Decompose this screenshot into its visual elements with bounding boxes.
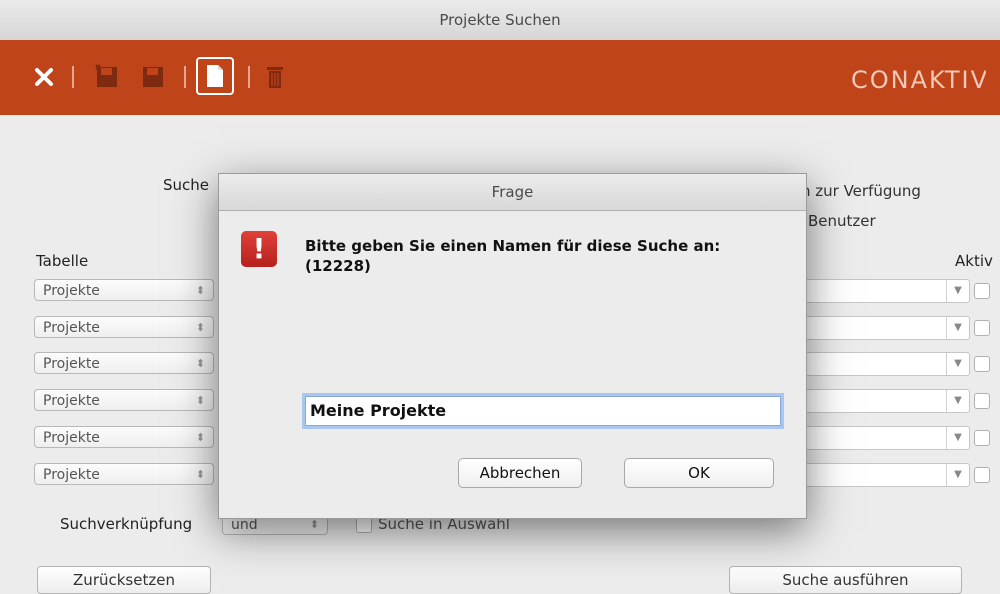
conaktiv-logo: CONAKTIV [851, 66, 987, 101]
trash-icon[interactable] [264, 62, 286, 92]
dialog-message-code: (12228) [305, 257, 371, 275]
active-checkbox[interactable] [974, 430, 990, 446]
table-select[interactable]: Projekte ⬍ [34, 389, 214, 411]
stepper-arrows-icon: ⬍ [195, 284, 205, 297]
table-select-value: Projekte [43, 283, 100, 299]
dialog-message-text: Bitte geben Sie einen Namen für diese Su… [305, 237, 721, 255]
toolbar-separator [248, 66, 250, 88]
ok-button[interactable]: OK [624, 458, 774, 488]
link-select-value: und [231, 517, 258, 533]
search-label: Suche [163, 176, 210, 194]
value-combobox[interactable]: ▼ [790, 279, 970, 303]
table-select[interactable]: Projekte ⬍ [34, 279, 214, 301]
value-combobox[interactable]: ▼ [790, 426, 970, 450]
cancel-button[interactable]: Abbrechen [458, 458, 582, 488]
dropdown-arrow-icon[interactable]: ▼ [946, 390, 969, 412]
active-checkbox[interactable] [974, 467, 990, 483]
dialog-message: Bitte geben Sie einen Namen für diese Su… [305, 236, 785, 276]
active-checkbox[interactable] [974, 320, 990, 336]
stepper-arrows-icon: ⬍ [195, 357, 205, 370]
active-checkbox[interactable] [974, 393, 990, 409]
availability-info: n zur Verfügung [801, 182, 921, 200]
close-icon[interactable] [32, 62, 56, 92]
table-select[interactable]: Projekte ⬍ [34, 316, 214, 338]
table-select[interactable]: Projekte ⬍ [34, 352, 214, 374]
toolbar-separator [184, 66, 186, 88]
value-combobox[interactable]: ▼ [790, 389, 970, 413]
in-selection-checkbox[interactable] [356, 517, 372, 533]
value-combobox[interactable]: ▼ [790, 352, 970, 376]
warning-icon: ! [241, 231, 277, 267]
save-close-icon[interactable] [92, 62, 122, 92]
dialog-title: Frage [219, 174, 806, 211]
stepper-arrows-icon: ⬍ [195, 321, 205, 334]
run-search-button[interactable]: Suche ausführen [729, 566, 962, 594]
column-header-table: Tabelle [36, 252, 89, 270]
table-select-value: Projekte [43, 467, 100, 483]
active-checkbox[interactable] [974, 283, 990, 299]
reset-button[interactable]: Zurücksetzen [37, 566, 211, 594]
save-icon[interactable] [138, 62, 168, 92]
active-checkbox[interactable] [974, 356, 990, 372]
stepper-arrows-icon: ⬍ [195, 431, 205, 444]
search-name-input[interactable]: Meine Projekte [305, 396, 781, 426]
dropdown-arrow-icon[interactable]: ▼ [946, 353, 969, 375]
table-select[interactable]: Projekte ⬍ [34, 426, 214, 448]
stepper-arrows-icon: ⬍ [195, 394, 205, 407]
toolbar: CONAKTIV [0, 40, 1000, 115]
toolbar-separator [72, 66, 74, 88]
value-combobox[interactable]: ▼ [790, 316, 970, 340]
dropdown-arrow-icon[interactable]: ▼ [946, 427, 969, 449]
table-select-value: Projekte [43, 320, 100, 336]
svg-text:CONAKTIV: CONAKTIV [851, 66, 986, 94]
conaktiv-logo-mark: CONAKTIV [851, 66, 987, 94]
window-title: Projekte Suchen [0, 0, 1000, 41]
dropdown-arrow-icon[interactable]: ▼ [946, 280, 969, 302]
user-info: Benutzer [808, 212, 876, 230]
table-select-value: Projekte [43, 430, 100, 446]
table-select-value: Projekte [43, 393, 100, 409]
dropdown-arrow-icon[interactable]: ▼ [946, 317, 969, 339]
link-label: Suchverknüpfung [60, 515, 193, 533]
table-select-value: Projekte [43, 356, 100, 372]
column-header-active: Aktiv [955, 252, 993, 270]
dropdown-arrow-icon[interactable]: ▼ [946, 464, 969, 486]
stepper-arrows-icon: ⬍ [195, 468, 205, 481]
table-select[interactable]: Projekte ⬍ [34, 463, 214, 485]
question-dialog: Frage ! Bitte geben Sie einen Namen für … [218, 173, 807, 519]
new-document-icon[interactable] [196, 57, 234, 95]
value-combobox[interactable]: ▼ [790, 463, 970, 487]
